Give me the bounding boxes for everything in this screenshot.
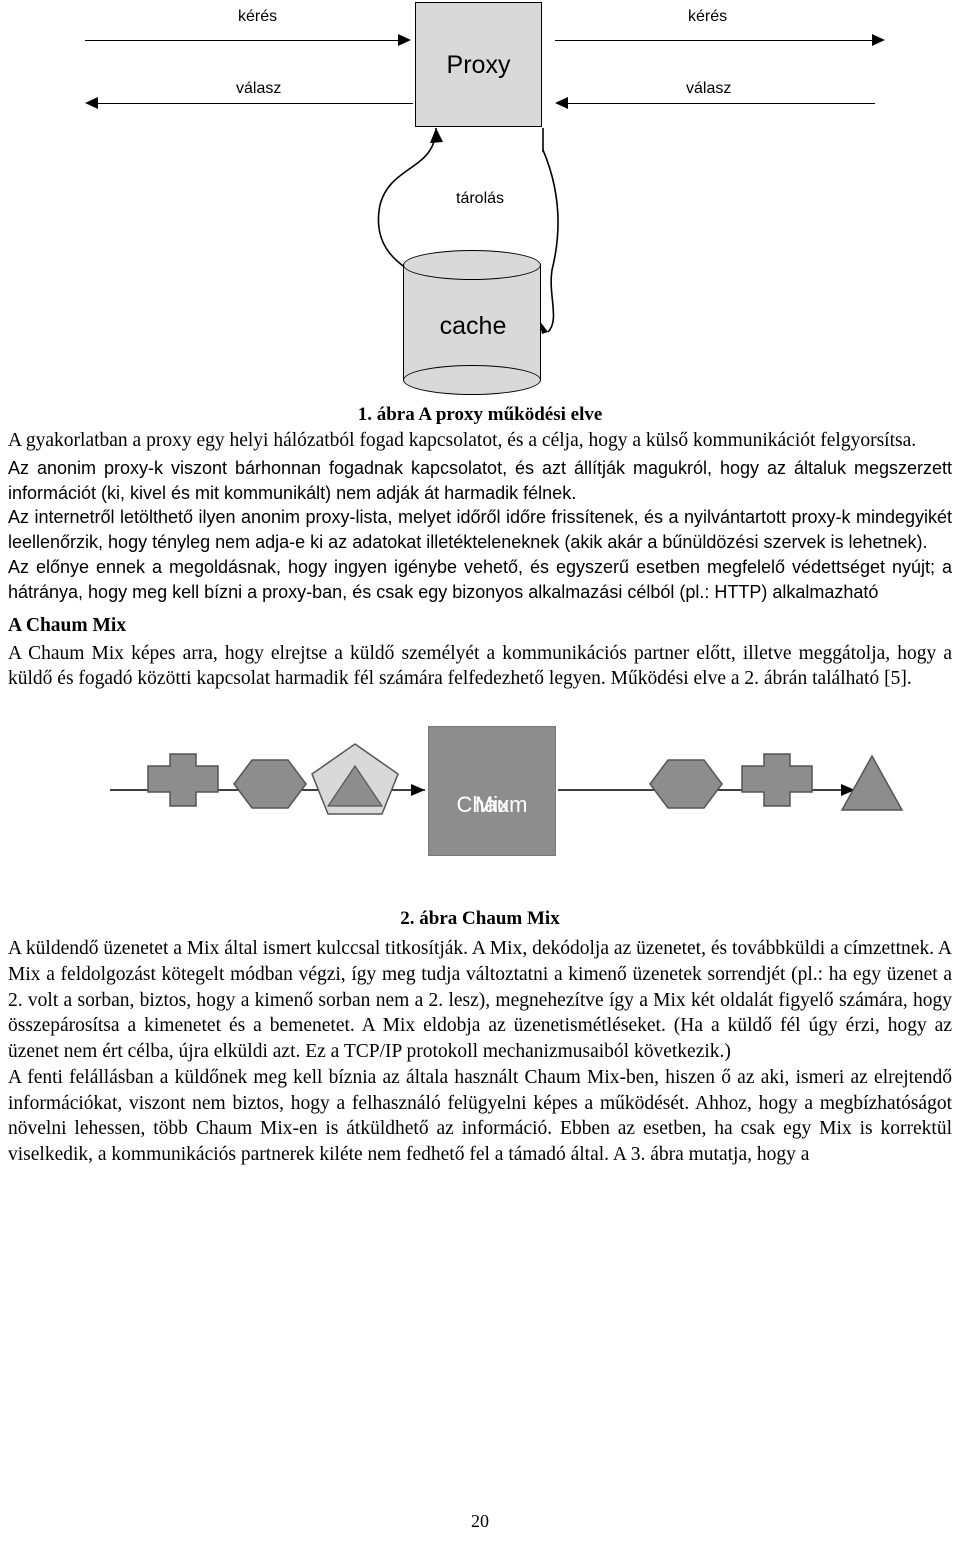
proxy-box: Proxy [415, 2, 542, 127]
paragraph-5: A Chaum Mix képes arra, hogy elrejtse a … [8, 642, 952, 690]
arrow-line-request-left [85, 40, 400, 41]
label-storage: tárolás [456, 190, 505, 207]
arrow-head-response-right [555, 97, 568, 109]
arrow-head-request-right [872, 34, 885, 46]
subheading-chaum-mix: A Chaum Mix [8, 614, 127, 636]
paragraph-1: A gyakorlatban a proxy egy helyi hálózat… [8, 430, 917, 451]
arrow-head-request-left [398, 34, 411, 46]
paragraph-3: Az internetről letölthető ilyen anonim p… [8, 507, 952, 553]
label-response-left: válasz [236, 80, 282, 97]
figure1-caption: 1. ábra A proxy működési elve [357, 404, 603, 425]
hexagon-shape-right [649, 759, 723, 809]
cross-shape-left [147, 753, 219, 807]
figure-chaum-mix: Chaum Mix [0, 708, 960, 898]
label-request-right: kérés [688, 8, 728, 25]
hexagon-shape-left [233, 759, 307, 809]
document-page: kérés kérés válasz válasz tárolás Proxy … [0, 0, 960, 1546]
paragraph-2: Az anonim proxy-k viszont bárhonnan foga… [8, 457, 952, 503]
cache-label: cache [439, 312, 507, 340]
arrow-line-response-left [98, 103, 413, 104]
arrow-line-request-right [555, 40, 875, 41]
triangle-shape-right [840, 754, 904, 811]
chaum-mix-box-line2: Mix [474, 792, 510, 818]
cache-cylinder: cache [403, 250, 543, 395]
label-request-left: kérés [238, 8, 278, 25]
page-number: 20 [471, 1511, 489, 1531]
figure2-caption: 2. ábra Chaum Mix [400, 908, 560, 930]
cache-cylinder-top [403, 250, 541, 280]
figure-proxy-diagram: kérés kérés válasz válasz tárolás Proxy … [0, 0, 960, 400]
pentagon-with-triangle-shape-left [311, 743, 399, 815]
paragraph-6: A küldendő üzenetet a Mix által ismert k… [8, 938, 952, 1063]
chaum-mix-box-label: Chaum Mix [429, 759, 555, 817]
arrow-head-response-left [85, 97, 98, 109]
label-response-right: válasz [686, 80, 732, 97]
cache-cylinder-bottom [403, 365, 541, 395]
arrow-line-response-right [568, 103, 875, 104]
paragraph-7: A fenti felállásban a küldőnek meg kell … [8, 1066, 952, 1166]
body-text-block: A gyakorlatban a proxy egy helyi hálózat… [0, 428, 960, 692]
paragraph-4: Az előnye ennek a megoldásnak, hogy ingy… [8, 557, 952, 602]
cross-shape-right [741, 753, 813, 807]
proxy-box-label: Proxy [446, 51, 511, 79]
chaum-mix-box: Chaum Mix [428, 726, 556, 857]
body-text-block-2: A küldendő üzenetet a Mix által ismert k… [0, 936, 960, 1168]
